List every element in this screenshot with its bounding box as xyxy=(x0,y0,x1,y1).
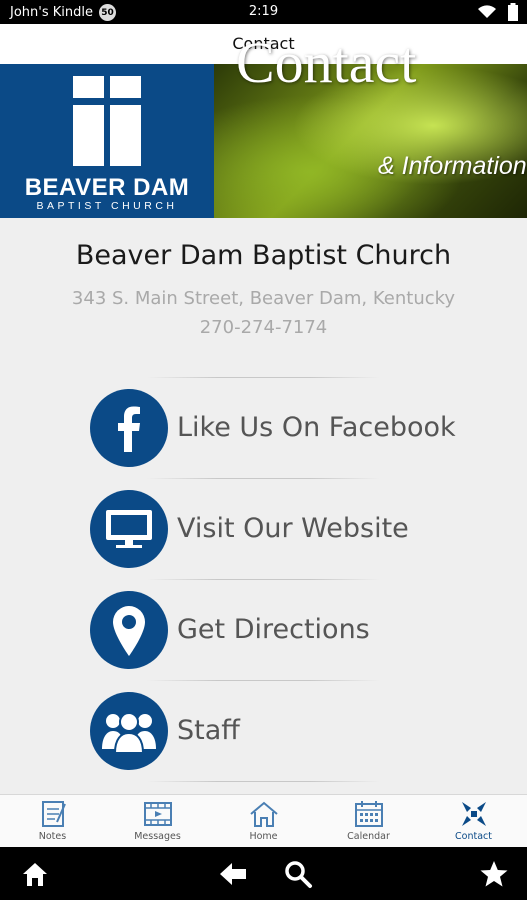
tab-calendar[interactable]: Calendar xyxy=(316,795,421,848)
film-icon xyxy=(144,802,172,826)
calendar-icon xyxy=(355,801,383,827)
facebook-link[interactable]: Like Us On Facebook xyxy=(90,389,470,467)
tab-home-label: Home xyxy=(249,831,278,842)
clock: 2:19 xyxy=(248,4,279,19)
tab-messages[interactable]: Messages xyxy=(105,795,210,848)
church-name: Beaver Dam Baptist Church xyxy=(75,240,452,271)
bottom-tab-bar: Notes Messages Home Calendar Contact xyxy=(0,794,527,848)
divider xyxy=(147,579,380,580)
back-arrow-icon[interactable] xyxy=(218,859,248,889)
facebook-icon xyxy=(90,389,168,467)
divider xyxy=(147,377,380,378)
tab-contact-label: Contact xyxy=(455,831,492,842)
system-nav-bar xyxy=(0,847,527,900)
star-icon[interactable] xyxy=(479,859,509,889)
website-link[interactable]: Visit Our Website xyxy=(90,490,470,568)
staff-link[interactable]: Staff xyxy=(90,692,470,770)
facebook-link-label: Like Us On Facebook xyxy=(177,412,456,443)
tab-calendar-label: Calendar xyxy=(347,831,390,842)
banner-title: Contact xyxy=(236,30,417,95)
tab-messages-label: Messages xyxy=(134,831,181,842)
directions-link-label: Get Directions xyxy=(177,614,370,645)
church-logo: BEAVER DAM BAPTIST CHURCH xyxy=(0,64,214,218)
tab-contact[interactable]: Contact xyxy=(421,795,526,848)
search-icon[interactable] xyxy=(283,859,313,889)
church-phone[interactable]: 270-274-7174 xyxy=(0,317,527,338)
divider xyxy=(147,478,380,479)
divider xyxy=(147,781,380,782)
contact-icon xyxy=(462,802,486,826)
tab-notes[interactable]: Notes xyxy=(0,795,105,848)
map-pin-icon xyxy=(90,591,168,669)
church-address: 343 S. Main Street, Beaver Dam, Kentucky xyxy=(71,288,456,309)
monitor-icon xyxy=(90,490,168,568)
tab-home[interactable]: Home xyxy=(211,795,316,848)
directions-link[interactable]: Get Directions xyxy=(90,591,470,669)
divider xyxy=(147,680,380,681)
notes-icon xyxy=(42,801,66,827)
cross-logo-icon xyxy=(73,76,141,166)
wifi-icon xyxy=(478,5,496,18)
website-link-label: Visit Our Website xyxy=(177,513,409,544)
home-icon xyxy=(250,801,278,827)
logo-name: BEAVER DAM xyxy=(24,174,190,201)
home-nav-icon[interactable] xyxy=(20,859,50,889)
tab-notes-label: Notes xyxy=(38,831,67,842)
people-icon xyxy=(90,692,168,770)
status-bar: John's Kindle 50 2:19 xyxy=(0,0,527,24)
staff-link-label: Staff xyxy=(177,715,240,746)
battery-icon xyxy=(508,3,518,21)
logo-subtitle: BAPTIST CHURCH xyxy=(36,200,178,212)
banner-subtitle: & Information xyxy=(378,152,527,180)
